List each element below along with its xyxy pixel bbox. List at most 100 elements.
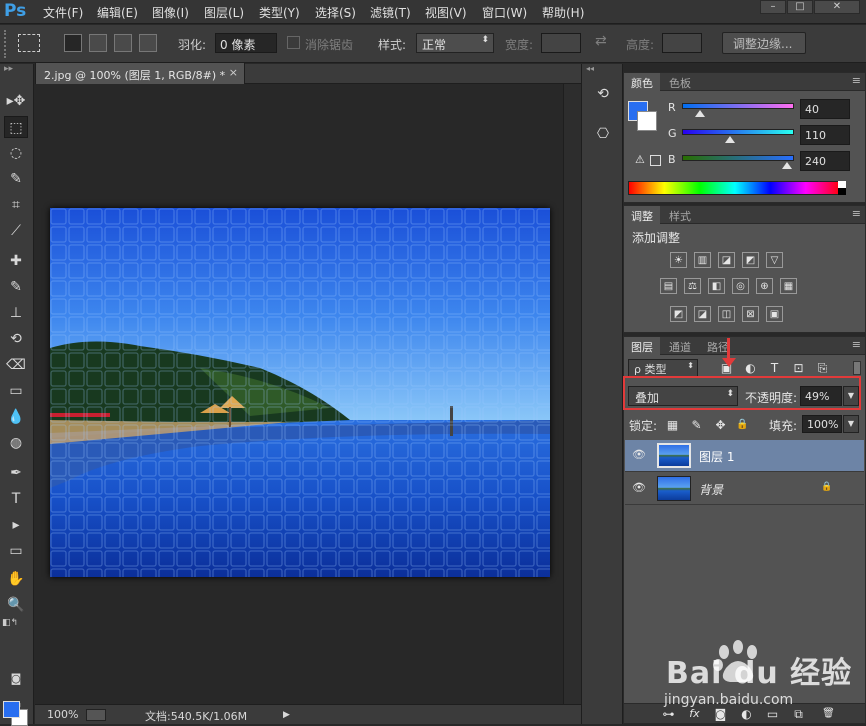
fill-dropdown-icon[interactable]: ▼ [843, 415, 859, 433]
channel-input-green[interactable]: 110 [800, 125, 850, 145]
properties-panel-icon[interactable]: ⎔ [593, 126, 613, 146]
gradient-tool-icon[interactable]: ▭ [4, 380, 28, 402]
panel-menu-icon[interactable]: ≡ [852, 338, 861, 351]
adjustment-photo-filter-icon[interactable]: ◎ [732, 278, 749, 294]
swap-icon[interactable]: ⇄ [595, 33, 607, 49]
style-select[interactable]: 正常 ⬍ [416, 33, 494, 53]
pen-tool-icon[interactable]: ✒ [4, 462, 28, 484]
channel-input-red[interactable]: 40 [800, 99, 850, 119]
channel-slider-blue[interactable] [682, 155, 794, 161]
new-selection-icon[interactable] [64, 34, 82, 52]
adjustment-gradient-map-icon[interactable]: ⊠ [742, 306, 759, 322]
channel-input-blue[interactable]: 240 [800, 151, 850, 171]
channel-slider-thumb-red[interactable] [694, 110, 705, 117]
document-tab[interactable]: 2.jpg @ 100% (图层 1, RGB/8#) * × [35, 62, 245, 84]
adjustment-levels-icon[interactable]: ▥ [694, 252, 711, 268]
quick-mask-icon[interactable]: ◙ [4, 668, 28, 690]
gamut-warning-icon[interactable]: ⚠ [635, 153, 645, 166]
menu-image[interactable]: 图像(I) [152, 4, 189, 21]
intersect-selection-icon[interactable] [139, 34, 157, 52]
status-menu-arrow-icon[interactable]: ▶ [283, 710, 290, 720]
adjustment-selective-color-icon[interactable]: ▣ [766, 306, 783, 322]
adjustment-threshold-icon[interactable]: ◫ [718, 306, 735, 322]
lock-transparent-icon[interactable]: ▦ [664, 417, 681, 433]
status-info-icon[interactable] [86, 709, 106, 721]
zoom-tool-icon[interactable]: 🔍 [4, 594, 28, 616]
adjustment-posterize-icon[interactable]: ◪ [694, 306, 711, 322]
image-canvas[interactable] [50, 208, 550, 577]
vertical-scrollbar[interactable] [563, 84, 581, 704]
eyedropper-tool-icon[interactable]: ⟋ [4, 220, 28, 242]
close-button[interactable]: ✕ [814, 0, 860, 14]
layer-name[interactable]: 背景 [699, 481, 723, 498]
healing-tool-icon[interactable]: ✚ [4, 250, 28, 272]
width-input[interactable] [541, 33, 581, 53]
filter-adjustment-icon[interactable]: ◐ [742, 360, 759, 376]
move-tool-icon[interactable]: ▸✥ [4, 90, 28, 112]
default-colors-icon[interactable]: ◧↰ [2, 618, 18, 628]
menu-type[interactable]: 类型(Y) [259, 4, 300, 21]
history-brush-tool-icon[interactable]: ⟲ [4, 328, 28, 350]
menu-edit[interactable]: 编辑(E) [97, 4, 138, 21]
filter-type-icon[interactable]: T [766, 360, 783, 376]
minimize-button[interactable]: – [760, 0, 786, 14]
hand-tool-icon[interactable]: ✋ [4, 568, 28, 590]
visibility-eye-icon[interactable]: 👁 [632, 448, 646, 461]
panel-menu-icon[interactable]: ≡ [852, 207, 861, 220]
channel-slider-green[interactable] [682, 129, 794, 135]
lasso-tool-icon[interactable]: ◌ [4, 142, 28, 164]
refine-edge-button[interactable]: 调整边缘... [722, 32, 806, 54]
restore-button[interactable]: □ [787, 0, 813, 14]
marquee-preset-icon[interactable] [18, 34, 40, 52]
tab-color[interactable]: 颜色 [624, 73, 660, 91]
tab-paths[interactable]: 路径 [700, 337, 736, 355]
tab-adjustments[interactable]: 调整 [624, 206, 660, 224]
panel-menu-icon[interactable]: ≡ [852, 74, 861, 87]
filter-smart-object-icon[interactable]: ⎘ [814, 360, 831, 376]
layer-row-background[interactable]: 👁 背景 🔒 [625, 473, 864, 505]
fill-input[interactable]: 100% [802, 415, 842, 433]
tab-channels[interactable]: 通道 [662, 337, 698, 355]
visibility-eye-icon[interactable]: 👁 [632, 481, 646, 494]
channel-slider-red[interactable] [682, 103, 794, 109]
quick-select-tool-icon[interactable]: ✎ [4, 168, 28, 190]
type-tool-icon[interactable]: T [4, 488, 28, 510]
clone-stamp-tool-icon[interactable]: ⊥ [4, 302, 28, 324]
menu-view[interactable]: 视图(V) [425, 4, 467, 21]
crop-tool-icon[interactable]: ⌗ [4, 194, 28, 216]
foreground-color-swatch[interactable] [3, 701, 20, 718]
channel-slider-thumb-green[interactable] [725, 136, 736, 143]
lock-position-icon[interactable]: ✥ [712, 417, 729, 433]
add-selection-icon[interactable] [89, 34, 107, 52]
adjustment-channel-mixer-icon[interactable]: ⊕ [756, 278, 773, 294]
marquee-tool-icon[interactable]: ⬚ [4, 116, 28, 138]
color-ramp[interactable] [628, 181, 842, 195]
menu-layer[interactable]: 图层(L) [204, 4, 244, 21]
layer-filter-select[interactable]: ρ 类型 ⬍ [628, 359, 698, 377]
adjustment-exposure-icon[interactable]: ◩ [742, 252, 759, 268]
menu-window[interactable]: 窗口(W) [482, 4, 527, 21]
adjustment-invert-icon[interactable]: ◩ [670, 306, 687, 322]
blur-tool-icon[interactable]: 💧 [4, 406, 28, 428]
adjustment-hue-saturation-icon[interactable]: ▤ [660, 278, 677, 294]
channel-slider-thumb-blue[interactable] [782, 162, 793, 169]
grip-handle[interactable] [4, 30, 7, 58]
subtract-selection-icon[interactable] [114, 34, 132, 52]
feather-input[interactable]: 0 像素 [215, 33, 277, 53]
close-tab-icon[interactable]: × [229, 66, 238, 79]
shape-tool-icon[interactable]: ▭ [4, 540, 28, 562]
menu-file[interactable]: 文件(F) [43, 4, 83, 21]
zoom-level[interactable]: 100% [47, 708, 78, 721]
dodge-tool-icon[interactable]: ◍ [4, 432, 28, 454]
color-bg-swatch[interactable] [637, 111, 657, 131]
filter-toggle[interactable] [853, 361, 861, 375]
brush-tool-icon[interactable]: ✎ [4, 276, 28, 298]
tab-styles[interactable]: 样式 [662, 206, 698, 224]
lock-image-icon[interactable]: ✎ [688, 417, 705, 433]
layer-name[interactable]: 图层 1 [699, 448, 734, 465]
history-panel-icon[interactable]: ⟲ [593, 86, 613, 106]
lock-all-icon[interactable]: 🔒 [734, 417, 751, 433]
adjustment-color-lookup-icon[interactable]: ▦ [780, 278, 797, 294]
path-select-tool-icon[interactable]: ▸ [4, 514, 28, 536]
adjustment-curves-icon[interactable]: ◪ [718, 252, 735, 268]
